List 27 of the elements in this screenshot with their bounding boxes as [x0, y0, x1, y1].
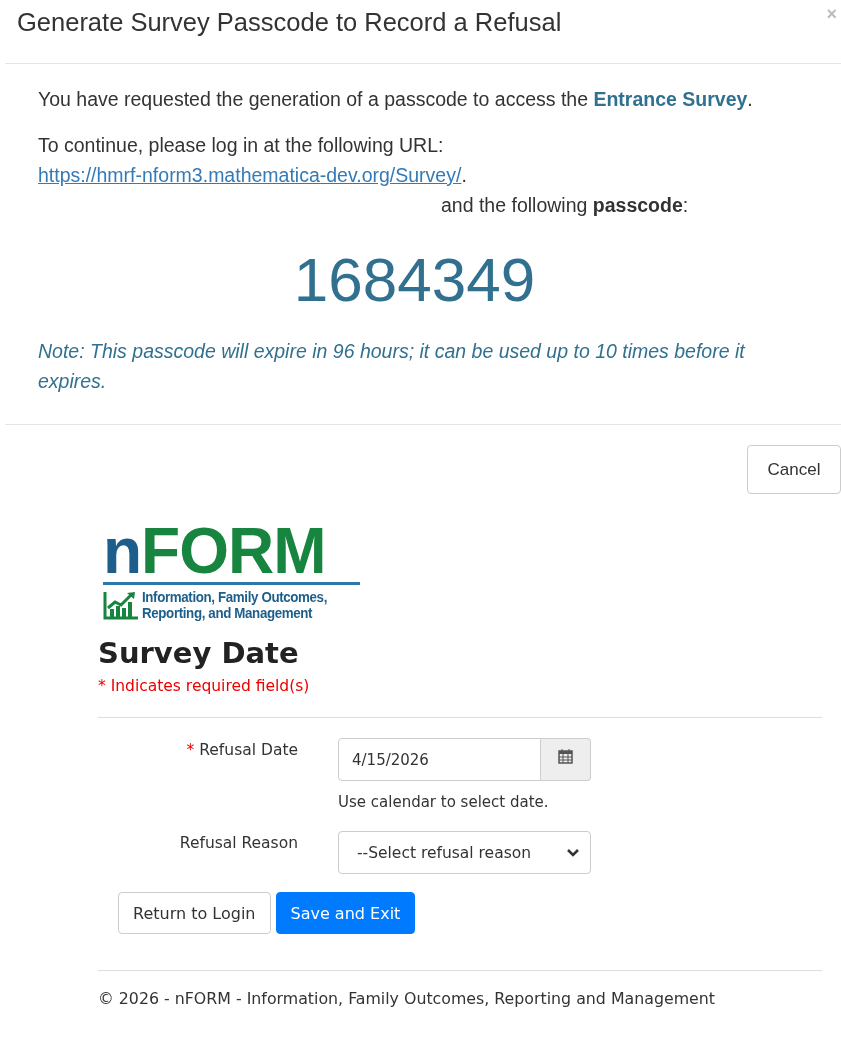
- calendar-button[interactable]: [541, 738, 591, 781]
- passcode: 1684349: [292, 244, 537, 316]
- reason-dropdown[interactable]: --Select refusal reason: [338, 831, 591, 874]
- logo-wordmark: nFORM: [103, 522, 360, 585]
- intro-text: You have requested the generation of a passcode to access the Entrance Survey.: [38, 87, 754, 112]
- cancel-button[interactable]: Cancel: [747, 445, 841, 494]
- field-label: Refusal Reason: [179, 834, 298, 854]
- expiry-note: Note: This passcode will expire in 96 hours; it can be used up to 10 times before it expires.: [38, 339, 747, 394]
- logo-tagline: Reporting, and Management: [142, 605, 314, 621]
- dialog-title: Generate Survey Passcode to Record a Refusal: [17, 7, 562, 38]
- passcode-intro: and the following passcode:: [440, 193, 690, 218]
- field-label: Refusal Date: [199, 741, 298, 761]
- return-button[interactable]: Return to Login: [118, 892, 271, 934]
- save-button[interactable]: Save and Exit: [275, 892, 416, 934]
- footer-text: © 2026 - nFORM - Information, Family Outcomes, Reporting and Management: [98, 989, 716, 1008]
- page-heading: Survey Date: [98, 635, 300, 671]
- survey-link[interactable]: https://hmrf-nform3.mathematica-dev.org/Survey/: [38, 164, 462, 186]
- chevron-down-icon: [566, 848, 580, 857]
- logo-tagline: Information, Family Outcomes,: [142, 589, 327, 605]
- date-field[interactable]: 4/15/2026: [338, 738, 541, 781]
- required-note: * Indicates required field(s): [98, 677, 822, 718]
- required-mark: *: [186, 741, 195, 761]
- continue-text: To continue, please log in at the following URL:: [38, 133, 445, 158]
- calendar-icon: [558, 749, 573, 764]
- punctuation: .: [461, 164, 467, 186]
- chart-icon: [103, 590, 139, 620]
- help-text: Use calendar to select date.: [338, 793, 550, 811]
